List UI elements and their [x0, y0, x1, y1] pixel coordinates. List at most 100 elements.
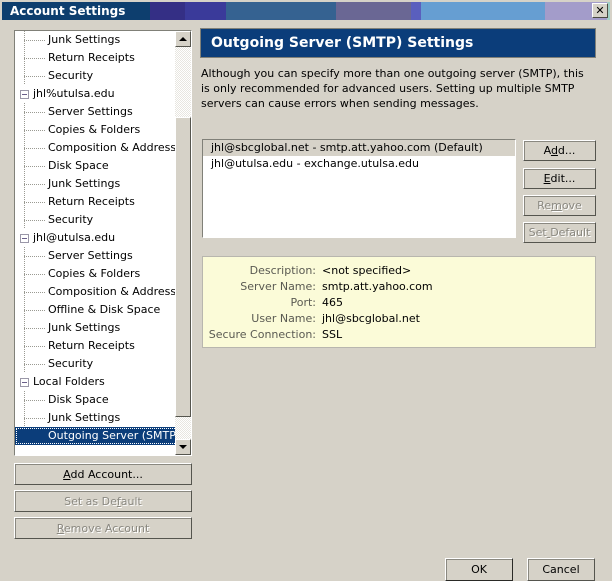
detail-row: Port: 465: [203, 295, 595, 311]
titlebar-segment-1: [150, 2, 185, 20]
set-as-default-button[interactable]: Set as Default: [14, 490, 192, 512]
close-icon[interactable]: ✕: [592, 3, 608, 18]
tree-item-composition-addressing[interactable]: Composition & Addressing: [15, 283, 175, 301]
tree-item-label: Security: [48, 213, 94, 226]
smtp-server-list-items: jhl@sbcglobal.net - smtp.att.yahoo.com (…: [203, 140, 515, 172]
button-label-post: Default: [550, 226, 591, 239]
titlebar-segment-5: [411, 2, 421, 20]
server-details-rows: Description: <not specified> Server Name: s…: [203, 263, 595, 343]
tree-item-jhl-utulsa-edu[interactable]: jhl%utulsa.edu: [15, 85, 175, 103]
collapse-icon[interactable]: [20, 378, 29, 387]
tree-item-label: Junk Settings: [48, 177, 121, 190]
tree-item-copies-folders[interactable]: Copies & Folders: [15, 265, 175, 283]
dialog-client-area: Junk Settings Return Receipts Security jhl%…: [0, 22, 612, 581]
button-accelerator: d: [550, 144, 558, 157]
tree-item-outgoing-server-smtp[interactable]: Outgoing Server (SMTP): [15, 427, 175, 445]
tree-item-offline-disk-space[interactable]: Offline & Disk Space: [15, 301, 175, 319]
tree-item-label: Return Receipts: [48, 339, 135, 352]
ok-button[interactable]: OK: [445, 558, 513, 581]
detail-value: smtp.att.yahoo.com: [322, 280, 433, 293]
add-server-button[interactable]: Add...: [523, 140, 596, 161]
chevron-up-icon: [179, 37, 187, 41]
collapse-icon[interactable]: [20, 90, 29, 99]
button-label-pre: Set as De: [64, 494, 117, 508]
tree-item-label: Security: [48, 357, 94, 370]
button-accelerator: E: [543, 172, 551, 185]
tree-item-label: Security: [48, 69, 94, 82]
list-item[interactable]: jhl@utulsa.edu - exchange.utulsa.edu: [203, 156, 515, 172]
account-tree[interactable]: Junk Settings Return Receipts Security jhl%…: [14, 30, 192, 456]
tree-item-copies-folders[interactable]: Copies & Folders: [15, 121, 175, 139]
account-tree-rows: Junk Settings Return Receipts Security jhl%…: [15, 31, 175, 455]
scroll-down-button[interactable]: [175, 439, 191, 455]
button-label-pre: A: [543, 144, 551, 157]
scroll-up-button[interactable]: [175, 31, 191, 47]
tree-item-return-receipts[interactable]: Return Receipts: [15, 193, 175, 211]
detail-label: Secure Connection:: [208, 328, 316, 341]
tree-item-junk-settings[interactable]: Junk Settings: [15, 31, 175, 49]
button-accelerator: m: [551, 199, 562, 212]
tree-item-junk-settings[interactable]: Junk Settings: [15, 175, 175, 193]
tree-item-security[interactable]: Security: [15, 67, 175, 85]
detail-value: SSL: [322, 328, 343, 341]
tree-item-label: Junk Settings: [48, 411, 121, 424]
detail-value: 465: [322, 296, 343, 309]
detail-label: Port:: [290, 296, 316, 309]
detail-label: Description:: [249, 264, 316, 277]
window-titlebar[interactable]: Account Settings ✕: [2, 2, 610, 20]
scrollbar-thumb[interactable]: [175, 117, 191, 417]
tree-item-disk-space[interactable]: Disk Space: [15, 391, 175, 409]
titlebar-segment-6: [421, 2, 545, 20]
edit-server-button[interactable]: Edit...: [523, 168, 596, 189]
detail-row: Description: <not specified>: [203, 263, 595, 279]
detail-label: User Name:: [251, 312, 316, 325]
tree-item-junk-settings[interactable]: Junk Settings: [15, 409, 175, 427]
tree-item-jhl-utulsa-edu[interactable]: jhl@utulsa.edu: [15, 229, 175, 247]
tree-item-label: Junk Settings: [48, 321, 121, 334]
tree-item-security[interactable]: Security: [15, 211, 175, 229]
cancel-button[interactable]: Cancel: [527, 558, 595, 581]
detail-label: Server Name:: [240, 280, 316, 293]
tree-item-label: jhl%utulsa.edu: [33, 87, 115, 100]
tree-item-label: Outgoing Server (SMTP): [48, 429, 175, 442]
account-tree-scrollbar[interactable]: [175, 31, 191, 455]
smtp-server-list[interactable]: jhl@sbcglobal.net - smtp.att.yahoo.com (…: [202, 139, 516, 238]
tree-item-local-folders[interactable]: Local Folders: [15, 373, 175, 391]
collapse-icon[interactable]: [20, 234, 29, 243]
tree-item-return-receipts[interactable]: Return Receipts: [15, 337, 175, 355]
remove-account-button[interactable]: Remove Account: [14, 517, 192, 539]
tree-item-label: Server Settings: [48, 105, 133, 118]
tree-item-label: jhl@utulsa.edu: [33, 231, 116, 244]
button-label-pre: Re: [537, 199, 552, 212]
set-default-server-button[interactable]: Set Default: [523, 222, 596, 243]
titlebar-segment-4: [336, 2, 411, 20]
tree-item-junk-settings[interactable]: Junk Settings: [15, 319, 175, 337]
detail-row: Server Name: smtp.att.yahoo.com: [203, 279, 595, 295]
button-label-post: dd Account...: [70, 467, 143, 481]
tree-item-label: Return Receipts: [48, 51, 135, 64]
tree-item-label: Composition & Addressing: [48, 285, 175, 298]
page-title: Outgoing Server (SMTP) Settings: [200, 28, 596, 58]
button-label-pre: Set: [528, 226, 547, 239]
tree-item-composition-addressing[interactable]: Composition & Addressing: [15, 139, 175, 157]
tree-item-label: Copies & Folders: [48, 267, 141, 280]
list-item[interactable]: jhl@sbcglobal.net - smtp.att.yahoo.com (…: [203, 140, 515, 156]
tree-item-label: Junk Settings: [48, 33, 121, 46]
tree-item-label: Disk Space: [48, 393, 109, 406]
tree-item-label: Composition & Addressing: [48, 141, 175, 154]
tree-item-security[interactable]: Security: [15, 355, 175, 373]
detail-row: Secure Connection: SSL: [203, 327, 595, 343]
tree-item-label: Local Folders: [33, 375, 105, 388]
tree-item-return-receipts[interactable]: Return Receipts: [15, 49, 175, 67]
detail-row: User Name: jhl@sbcglobal.net: [203, 311, 595, 327]
tree-item-server-settings[interactable]: Server Settings: [15, 247, 175, 265]
remove-server-button[interactable]: Remove: [523, 195, 596, 216]
tree-item-label: Return Receipts: [48, 195, 135, 208]
tree-item-disk-space[interactable]: Disk Space: [15, 157, 175, 175]
button-label-post: ove: [561, 199, 582, 212]
tree-item-label: Copies & Folders: [48, 123, 141, 136]
titlebar-segment-2: [185, 2, 226, 20]
add-account-button[interactable]: Add Account...: [14, 463, 192, 485]
tree-item-server-settings[interactable]: Server Settings: [15, 103, 175, 121]
server-details-panel: Description: <not specified> Server Name: s…: [202, 256, 596, 348]
